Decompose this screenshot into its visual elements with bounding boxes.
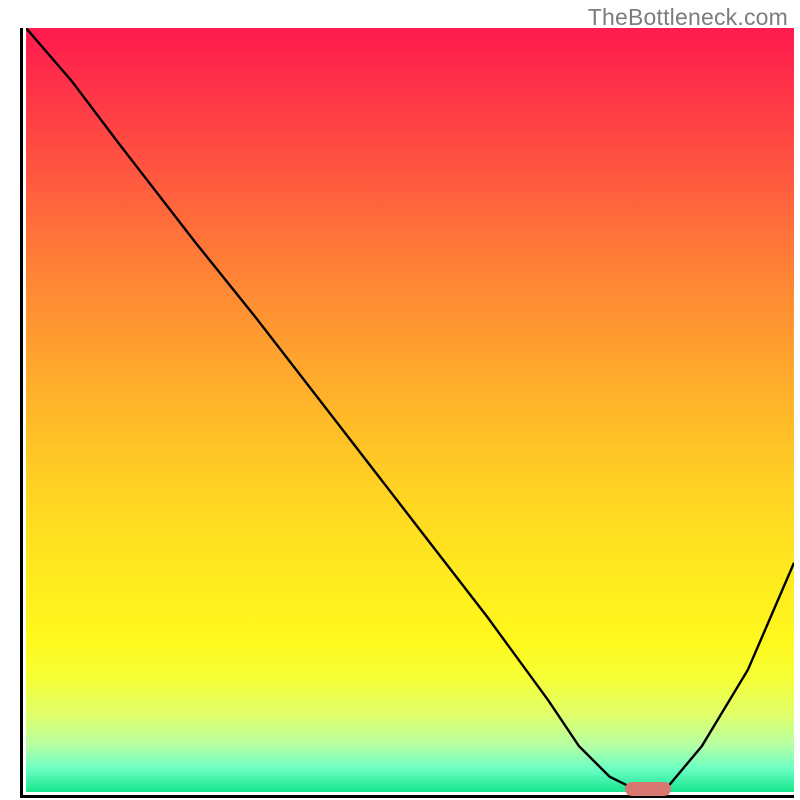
bottleneck-curve-path [26, 28, 794, 792]
curve-svg [26, 28, 794, 792]
chart-area [20, 28, 794, 798]
watermark-text: TheBottleneck.com [588, 4, 788, 31]
optimal-range-marker [625, 782, 671, 796]
